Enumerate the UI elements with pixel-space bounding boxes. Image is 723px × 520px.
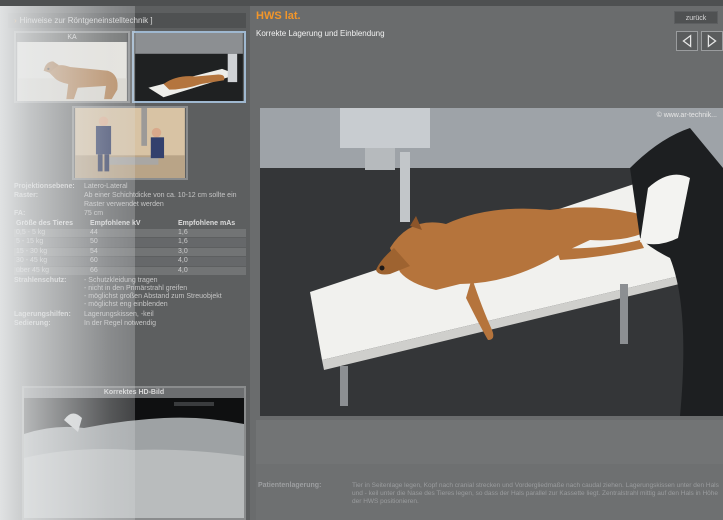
back-button[interactable]: zurück (674, 11, 718, 24)
positioning-text: Tier in Seitenlage legen, Kopf nach cran… (352, 482, 719, 505)
list-item: - Schutzkleidung tragen (84, 277, 158, 284)
dog-lateral-thumbnail-image (135, 33, 243, 101)
table-cell: über 45 kg (16, 266, 50, 274)
table-row: über 45 kg 66 4,0 (14, 266, 246, 275)
table-cell: 5 - 15 kg (16, 238, 44, 245)
list-item: - möglichst großen Abstand zum Streuobje… (84, 293, 222, 300)
table-row: 5 - 15 kg 50 1,6 (14, 238, 246, 247)
table-cell: 66 (90, 266, 98, 274)
table-cell: 4,0 (178, 257, 188, 264)
list-item: - möglichst eng einblenden (84, 301, 168, 308)
info-key: Projektionsebene: (14, 183, 75, 190)
exam-info: Projektionsebene: Latero-Lateral Raster:… (14, 182, 246, 328)
strip-band (256, 420, 723, 464)
column-header: Empfohlene kV (90, 220, 141, 227)
dose-table-header: Größe des Tieres Empfohlene kV Empfohlen… (14, 220, 246, 229)
info-row: Strahlenschutz: - Schutzkleidung tragen … (14, 276, 246, 310)
table-cell: 60 (90, 257, 98, 264)
table-cell: 1,6 (178, 238, 188, 245)
arrow-icon: › (14, 16, 17, 25)
info-key: Raster: (14, 192, 39, 199)
table-cell: 4,0 (178, 266, 188, 274)
watermark: © www.ar-technik... (656, 112, 717, 119)
info-key: Strahlenschutz: (14, 277, 67, 284)
triangle-left-icon (682, 34, 692, 48)
info-value: Lagerungskissen, -keil (84, 311, 154, 318)
column-header: Empfohlene mAs (178, 220, 236, 227)
technique-notes-link[interactable]: › Hinweise zur Röntgeneinstelltechnik ] (8, 13, 246, 28)
page-subtitle: Korrekte Lagerung und Einblendung (256, 29, 385, 38)
info-row: Raster: Ab einer Schichtdicke von ca. 10… (14, 191, 246, 209)
info-row: Sedierung: In der Regel notwendig (14, 319, 246, 328)
info-value: Latero-Lateral (84, 183, 128, 190)
info-value: 75 cm (84, 210, 104, 217)
xray-image (24, 398, 244, 518)
next-button[interactable] (701, 31, 723, 51)
table-cell: 1,6 (178, 228, 188, 236)
technique-notes-label: Hinweise zur Röntgeneinstelltechnik ] (19, 16, 153, 25)
info-row: Lagerungshilfen: Lagerungskissen, -keil (14, 310, 246, 319)
info-value: Ab einer Schichtdicke von ca. 10-12 cm s… (84, 192, 237, 208)
positioning-label: Patientenlagerung: (258, 482, 322, 489)
info-key: FA: (14, 210, 26, 217)
main-photo: © www.ar-technik... (260, 108, 723, 416)
dose-table: Größe des Tieres Empfohlene kV Empfohlen… (14, 220, 246, 275)
info-row: FA: 75 cm (14, 209, 246, 218)
table-cell: 3,0 (178, 247, 188, 255)
hd-image-panel: Korrektes HD-Bild (22, 386, 246, 520)
radiation-list: - Schutzkleidung tragen - nicht in den P… (84, 277, 246, 309)
table-cell: 44 (90, 228, 98, 236)
dog-standing-image (17, 33, 127, 101)
info-key: Sedierung: (14, 320, 51, 327)
table-cell: 54 (90, 247, 98, 255)
table-cell: 15 - 30 kg (16, 247, 48, 255)
dog-on-table-image (260, 108, 723, 416)
thumbnail-staff[interactable] (72, 106, 188, 180)
thumbnail-caption: KA (16, 33, 128, 42)
table-cell: 50 (90, 238, 98, 245)
thumbnail-dog-standing[interactable]: KA (14, 31, 130, 103)
table-row: 15 - 30 kg 54 3,0 (14, 247, 246, 256)
table-row: 0,5 - 5 kg 44 1,6 (14, 228, 246, 237)
triangle-right-icon (707, 34, 717, 48)
info-value: In der Regel notwendig (84, 320, 156, 327)
table-row: 30 - 45 kg 60 4,0 (14, 257, 246, 266)
previous-button[interactable] (676, 31, 698, 51)
thumbnail-dog-lateral[interactable] (132, 31, 246, 103)
table-cell: 30 - 45 kg (16, 257, 48, 264)
hd-image-caption: Korrektes HD-Bild (24, 388, 244, 398)
page-title: HWS lat. (256, 10, 301, 22)
info-row: Projektionsebene: Latero-Lateral (14, 182, 246, 191)
table-cell: 0,5 - 5 kg (16, 228, 46, 236)
info-key: Lagerungshilfen: (14, 311, 71, 318)
list-item: - nicht in den Primärstrahl greifen (84, 285, 188, 292)
column-header: Größe des Tieres (16, 220, 74, 227)
staff-positioning-image (75, 108, 185, 178)
